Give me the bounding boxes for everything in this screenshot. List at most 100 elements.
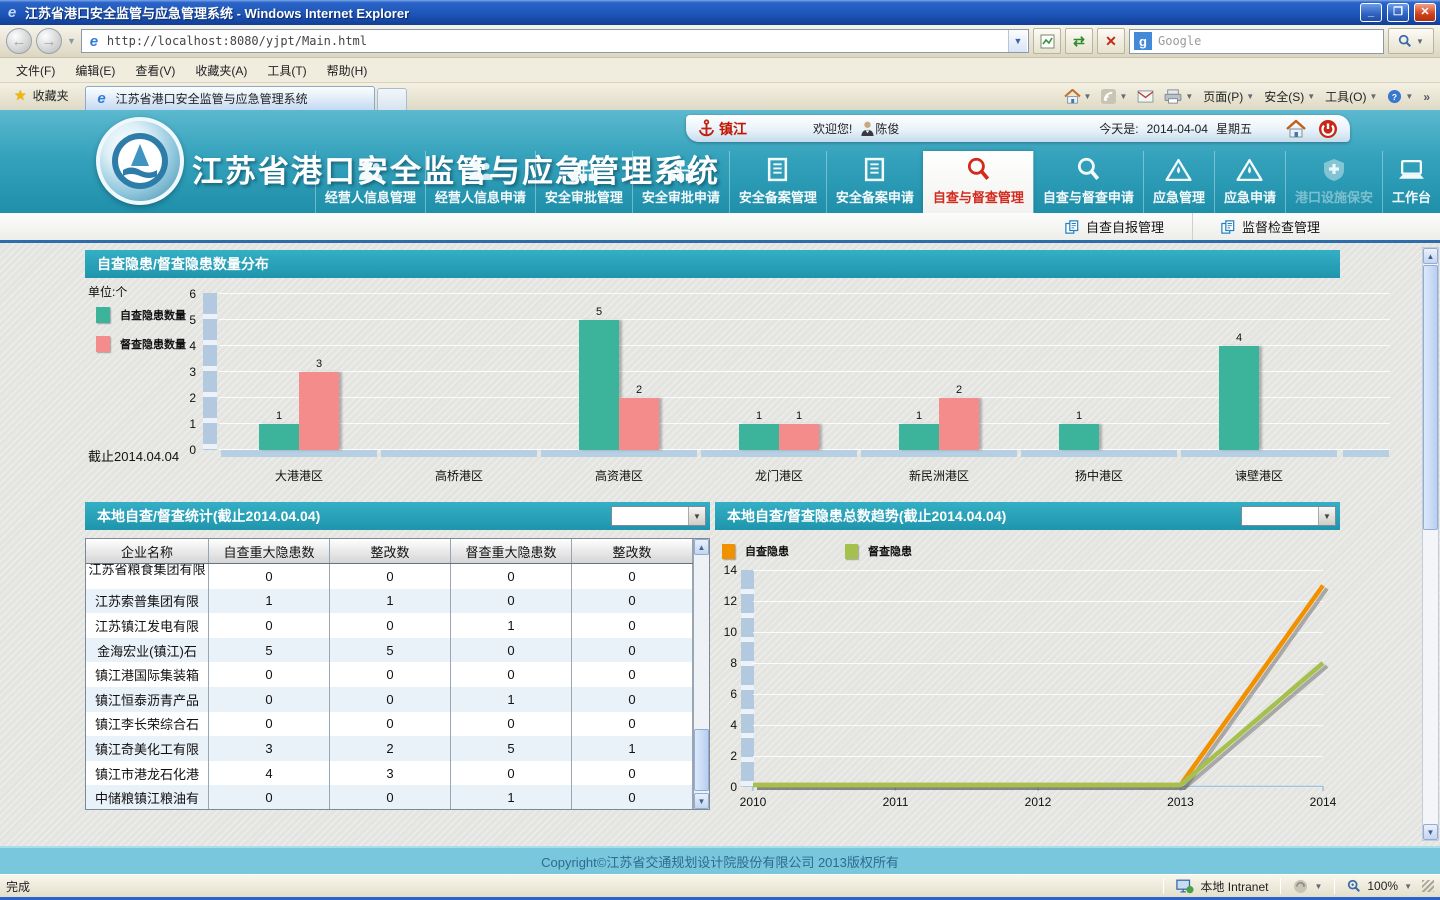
tools-menu[interactable]: 工具(O)▼ — [1325, 88, 1377, 105]
nav-item[interactable]: 安全审批申请 — [632, 151, 729, 213]
submenu-item[interactable]: 自查自报管理 — [1037, 213, 1193, 240]
nav-item[interactable]: 安全备案申请 — [826, 151, 923, 213]
resize-grip[interactable] — [1422, 880, 1434, 892]
shield-icon — [1323, 156, 1345, 182]
minimize-button[interactable]: _ — [1360, 3, 1382, 22]
page-scroll-thumb[interactable] — [1423, 265, 1438, 530]
table-row[interactable]: 镇江港国际集装箱0000 — [86, 662, 693, 687]
search-dropdown-icon[interactable]: ▼ — [1416, 37, 1424, 46]
url-text[interactable]: http://localhost:8080/yjpt/Main.html — [107, 34, 1003, 48]
compatibility-button[interactable] — [1033, 28, 1061, 54]
page-scrollbar[interactable]: ▲ ▼ — [1422, 247, 1439, 841]
table-row[interactable]: 中储粮镇江粮油有0010 — [86, 785, 693, 809]
help-button[interactable]: ? ▼ — [1387, 89, 1413, 104]
line-filter-arrow-icon[interactable]: ▼ — [1318, 507, 1335, 525]
line-filter-value — [1242, 507, 1318, 525]
zoom-control[interactable]: 100% ▼ — [1341, 879, 1418, 893]
home-dropdown-icon[interactable]: ▼ — [1084, 92, 1092, 101]
home-button[interactable]: ▼ — [1064, 89, 1092, 104]
table-row[interactable]: 江苏镇江发电有限0010 — [86, 613, 693, 638]
home-shortcut-icon[interactable] — [1286, 120, 1306, 138]
port-logo-emblem-icon — [109, 130, 171, 192]
table-scrollbar[interactable]: ▲ ▼ — [693, 539, 709, 809]
nav-item[interactable]: 工作台 — [1382, 151, 1440, 213]
bar-baseline-segment — [1181, 450, 1337, 457]
menu-item-5[interactable]: 帮助(H) — [317, 58, 378, 83]
nav-item-label: 安全备案申请 — [836, 187, 914, 206]
feeds-dropdown-icon[interactable]: ▼ — [1119, 92, 1127, 101]
nav-item[interactable]: 港口设施保安 — [1285, 151, 1382, 213]
line-filter-select[interactable]: ▼ — [1241, 506, 1336, 526]
search-box[interactable]: g Google — [1129, 29, 1384, 54]
table-row[interactable]: 镇江恒泰沥青产品0010 — [86, 687, 693, 712]
refresh-button[interactable]: ⇄ — [1065, 28, 1093, 54]
bar — [1219, 346, 1259, 450]
back-button[interactable]: ← — [6, 28, 32, 54]
table-scroll-thumb[interactable] — [694, 729, 709, 791]
protected-mode-button[interactable]: ▼ — [1287, 879, 1328, 893]
overflow-chevron-icon[interactable]: » — [1423, 90, 1430, 104]
print-button[interactable]: ▼ — [1164, 89, 1193, 104]
url-field[interactable]: e http://localhost:8080/yjpt/Main.html ▼ — [81, 29, 1029, 53]
table-column-header[interactable]: 督查重大隐患数 — [451, 539, 572, 563]
page-scroll-down-icon[interactable]: ▼ — [1423, 824, 1438, 840]
menu-item-3[interactable]: 收藏夹(A) — [185, 58, 257, 83]
table-filter-select[interactable]: ▼ — [611, 506, 706, 526]
table-row[interactable]: 镇江市港龙石化港4300 — [86, 761, 693, 786]
search-placeholder[interactable]: Google — [1158, 34, 1201, 48]
nav-item[interactable]: 经营人信息申请 — [425, 151, 535, 213]
nav-item[interactable]: 应急管理 — [1143, 151, 1214, 213]
safety-menu[interactable]: 安全(S)▼ — [1264, 88, 1315, 105]
menu-item-4[interactable]: 工具(T) — [257, 58, 316, 83]
table-cell: 0 — [572, 712, 693, 737]
url-dropdown-icon[interactable]: ▼ — [1008, 30, 1027, 52]
logout-power-icon[interactable] — [1318, 119, 1338, 139]
menu-item-0[interactable]: 文件(F) — [6, 58, 65, 83]
table-row[interactable]: 江苏省粮食集团有限0000 — [86, 564, 693, 589]
table-column-header[interactable]: 自查重大隐患数 — [209, 539, 330, 563]
maximize-button[interactable]: ❐ — [1387, 3, 1409, 22]
table-row[interactable]: 金海宏业(镇江)石5500 — [86, 638, 693, 663]
feeds-button[interactable]: ▼ — [1101, 89, 1127, 104]
nav-item[interactable]: 经营人信息管理 — [315, 151, 425, 213]
line-y-tick-label: 6 — [711, 687, 737, 701]
stop-button[interactable]: ✕ — [1097, 28, 1125, 54]
table-cell: 0 — [209, 687, 330, 712]
favorites-button[interactable]: ★ 收藏夹 — [4, 82, 79, 110]
protected-mode-arrow-icon[interactable]: ▼ — [1314, 882, 1322, 891]
nav-item-label: 安全审批管理 — [545, 187, 623, 206]
table-column-header[interactable]: 企业名称 — [86, 539, 209, 563]
search-button[interactable]: ▼ — [1388, 28, 1434, 54]
table-column-header[interactable]: 整改数 — [330, 539, 451, 563]
table-row[interactable]: 镇江奇美化工有限3251 — [86, 736, 693, 761]
close-button[interactable]: ✕ — [1414, 3, 1436, 22]
table-column-header[interactable]: 整改数 — [572, 539, 693, 563]
nav-item[interactable]: 安全审批管理 — [535, 151, 632, 213]
new-tab-button[interactable] — [377, 88, 407, 110]
table-scroll-down-icon[interactable]: ▼ — [694, 793, 709, 809]
help-dropdown-icon[interactable]: ▼ — [1405, 92, 1413, 101]
table-cell: 5 — [451, 736, 572, 761]
table-row[interactable]: 江苏索普集团有限1100 — [86, 589, 693, 614]
table-row[interactable]: 镇江李长荣综合石0000 — [86, 712, 693, 737]
print-dropdown-icon[interactable]: ▼ — [1185, 92, 1193, 101]
table-filter-arrow-icon[interactable]: ▼ — [688, 507, 705, 525]
table-scroll-up-icon[interactable]: ▲ — [694, 539, 709, 555]
zoom-arrow-icon[interactable]: ▼ — [1404, 882, 1412, 891]
browser-tab[interactable]: e 江苏省港口安全监管与应急管理系统 — [85, 86, 375, 110]
page-scroll-up-icon[interactable]: ▲ — [1423, 248, 1438, 264]
submenu-item[interactable]: 监督检查管理 — [1193, 213, 1348, 240]
forward-button[interactable]: → — [36, 28, 62, 54]
history-dropdown-icon[interactable]: ▼ — [66, 36, 77, 46]
table-cell: 2 — [330, 736, 451, 761]
nav-item[interactable]: 安全备案管理 — [729, 151, 826, 213]
menu-item-1[interactable]: 编辑(E) — [65, 58, 125, 83]
bar-value-label: 2 — [619, 384, 659, 396]
page-menu[interactable]: 页面(P)▼ — [1203, 88, 1254, 105]
security-zone: 本地 Intranet — [1170, 878, 1274, 895]
nav-item[interactable]: 自查与督查申请 — [1033, 151, 1143, 213]
nav-item[interactable]: 应急申请 — [1214, 151, 1285, 213]
read-mail-button[interactable] — [1137, 90, 1154, 103]
menu-item-2[interactable]: 查看(V) — [125, 58, 185, 83]
nav-item[interactable]: 自查与督查管理 — [923, 151, 1033, 213]
